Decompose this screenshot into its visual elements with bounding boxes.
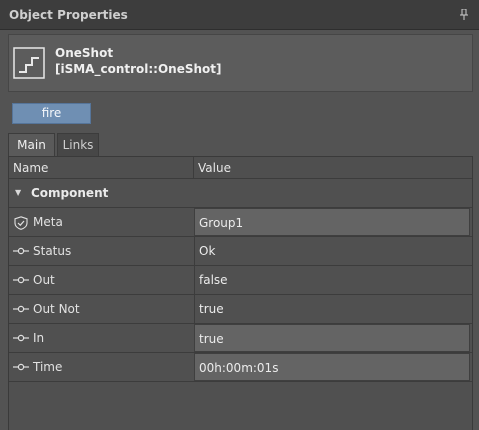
slot-icon <box>13 332 29 344</box>
time-value-field[interactable]: 00h:00m:01s <box>194 353 470 381</box>
group-component[interactable]: ▼ Component <box>9 179 472 208</box>
slot-icon <box>13 274 29 286</box>
property-row-meta[interactable]: Meta Group1 <box>9 208 472 237</box>
panel-title: Object Properties <box>9 8 128 22</box>
shield-icon <box>13 216 29 230</box>
pin-icon[interactable] <box>459 8 469 21</box>
out-not-value-cell: true <box>194 295 470 323</box>
property-row-time[interactable]: Time 00h:00m:01s <box>9 353 472 382</box>
group-label: Component <box>31 186 109 200</box>
status-value-cell: Ok <box>194 237 470 265</box>
in-value-field[interactable]: true <box>194 324 470 352</box>
property-value: true <box>199 302 224 316</box>
object-properties-panel: Object Properties OneShot [iSMA_control:… <box>0 0 479 430</box>
component-type: [iSMA_control::OneShot] <box>55 62 222 76</box>
out-value-cell: false <box>194 266 470 294</box>
grid-header: Name Value <box>9 157 472 179</box>
tab-main[interactable]: Main <box>8 133 55 156</box>
property-value: true <box>199 332 224 346</box>
property-name: Out <box>33 273 55 287</box>
property-value: Ok <box>199 244 216 258</box>
property-value: 00h:00m:01s <box>199 361 279 375</box>
component-header: OneShot [iSMA_control::OneShot] <box>8 34 473 92</box>
component-name: OneShot <box>55 46 114 60</box>
fire-button[interactable]: fire <box>12 103 91 124</box>
slot-icon <box>13 245 29 257</box>
column-name-header[interactable]: Name <box>13 161 48 175</box>
property-name: Out Not <box>33 302 80 316</box>
property-row-out-not[interactable]: Out Not true <box>9 295 472 324</box>
caret-down-icon[interactable]: ▼ <box>15 188 21 197</box>
property-row-status[interactable]: Status Ok <box>9 237 472 266</box>
property-row-out[interactable]: Out false <box>9 266 472 295</box>
property-name: Time <box>33 360 63 374</box>
column-divider[interactable] <box>193 157 194 179</box>
property-name: Meta <box>33 215 63 229</box>
slot-icon <box>13 361 29 373</box>
property-value: Group1 <box>199 216 244 230</box>
column-value-header[interactable]: Value <box>198 161 231 175</box>
meta-value-field[interactable]: Group1 <box>194 208 470 236</box>
slot-icon <box>13 303 29 315</box>
property-name: Status <box>33 244 72 258</box>
oneshot-component-icon <box>13 47 45 79</box>
property-name: In <box>33 331 45 345</box>
tab-links[interactable]: Links <box>57 133 99 156</box>
property-value: false <box>199 273 228 287</box>
property-row-in[interactable]: In true <box>9 324 472 353</box>
panel-titlebar: Object Properties <box>0 0 479 30</box>
property-grid: Name Value ▼ Component Meta Group1 Statu… <box>8 156 473 430</box>
